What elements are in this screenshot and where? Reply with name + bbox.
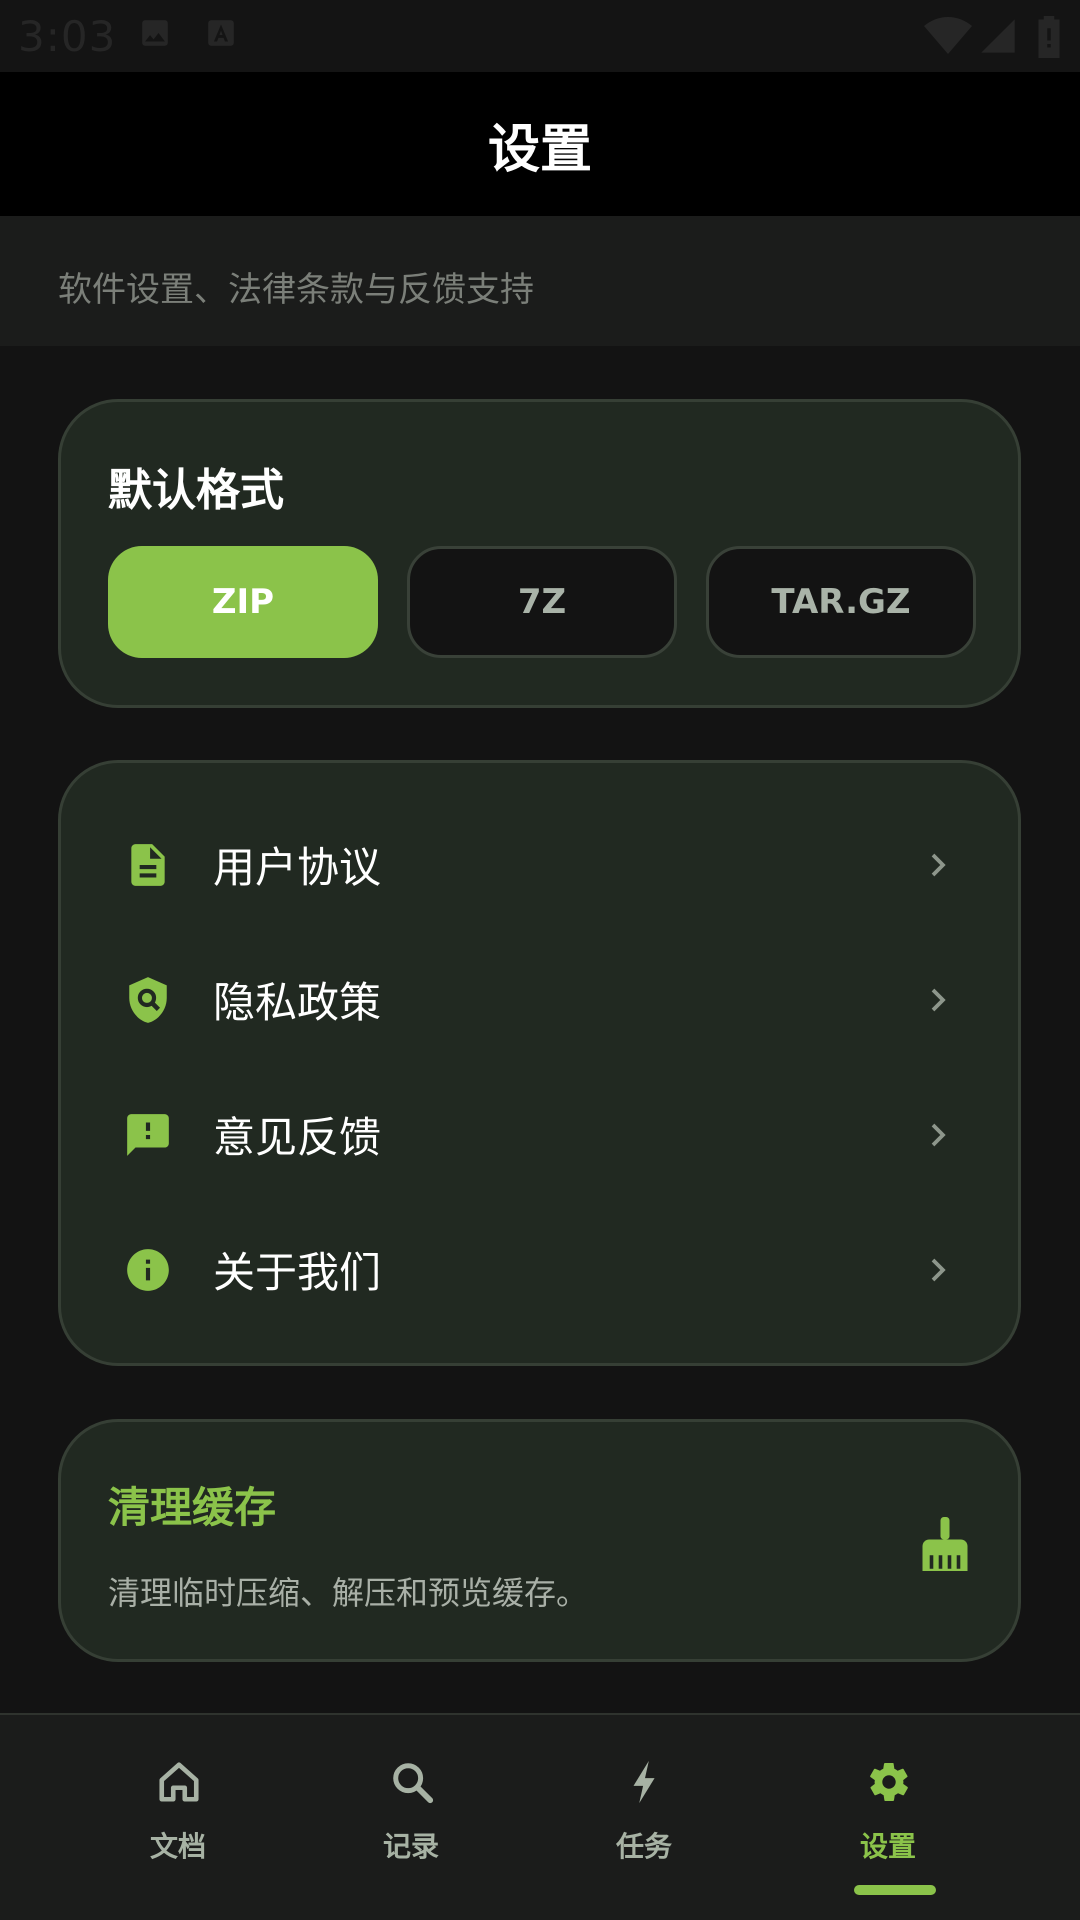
default-format-card: 默认格式 ZIP 7Z TAR.GZ bbox=[58, 399, 1021, 708]
about-us-label: 关于我们 bbox=[213, 1248, 382, 1297]
clear-cache-description: 清理临时压缩、解压和预览缓存。 bbox=[108, 1574, 589, 1612]
battery-icon bbox=[1038, 16, 1060, 58]
status-time: 3:03 bbox=[18, 12, 117, 61]
chevron-right-icon bbox=[931, 1258, 946, 1281]
user-agreement-row[interactable]: 用户协议 bbox=[61, 797, 1018, 932]
wifi-icon bbox=[924, 17, 972, 54]
chevron-right-icon bbox=[931, 1123, 946, 1146]
clear-cache-card[interactable]: 清理缓存 清理临时压缩、解压和预览缓存。 bbox=[58, 1419, 1021, 1662]
chevron-right-icon bbox=[931, 853, 946, 876]
nav-item-documents[interactable]: 文档 bbox=[62, 1715, 294, 1920]
status-bar: 3:03 bbox=[0, 0, 1080, 72]
signal-icon bbox=[981, 19, 1015, 53]
shield-search-icon bbox=[123, 975, 173, 1025]
page-subtitle: 软件设置、法律条款与反馈支持 bbox=[58, 270, 534, 310]
app-notification-icon bbox=[208, 20, 234, 46]
nav-label-documents: 文档 bbox=[149, 1830, 206, 1863]
privacy-policy-row[interactable]: 隐私政策 bbox=[61, 932, 1018, 1067]
privacy-policy-label: 隐私政策 bbox=[213, 978, 382, 1027]
broom-icon bbox=[922, 1517, 968, 1571]
feedback-row[interactable]: 意见反馈 bbox=[61, 1067, 1018, 1202]
about-us-row[interactable]: 关于我们 bbox=[61, 1202, 1018, 1337]
default-format-heading: 默认格式 bbox=[108, 465, 284, 516]
nav-item-settings[interactable]: 设置 bbox=[772, 1715, 1004, 1920]
bolt-icon bbox=[633, 1760, 655, 1804]
image-notification-icon bbox=[142, 20, 168, 46]
nav-item-tasks[interactable]: 任务 bbox=[528, 1715, 760, 1920]
active-tab-indicator bbox=[854, 1885, 936, 1895]
search-icon bbox=[393, 1763, 434, 1804]
page-title: 设置 bbox=[487, 119, 592, 180]
info-icon bbox=[123, 1245, 173, 1295]
format-option-7z[interactable]: 7Z bbox=[407, 546, 677, 658]
format-option-zip[interactable]: ZIP bbox=[108, 546, 378, 658]
nav-label-settings: 设置 bbox=[859, 1830, 916, 1863]
user-agreement-label: 用户协议 bbox=[213, 843, 382, 892]
clear-cache-title: 清理缓存 bbox=[108, 1483, 277, 1532]
format-option-targz[interactable]: TAR.GZ bbox=[706, 546, 976, 658]
bottom-navigation: 文档 记录 任务 设置 bbox=[0, 1713, 1080, 1920]
nav-label-records: 记录 bbox=[382, 1830, 439, 1863]
feedback-icon bbox=[123, 1110, 173, 1160]
chevron-right-icon bbox=[931, 988, 946, 1011]
gear-icon bbox=[870, 1763, 908, 1801]
home-icon bbox=[159, 1762, 199, 1802]
document-icon bbox=[123, 840, 173, 890]
feedback-label: 意见反馈 bbox=[213, 1113, 382, 1162]
links-card: 用户协议 隐私政策 意见反馈 关于我们 bbox=[58, 760, 1021, 1366]
app-bar: 设置 bbox=[0, 72, 1080, 216]
nav-item-records[interactable]: 记录 bbox=[295, 1715, 527, 1920]
nav-label-tasks: 任务 bbox=[615, 1830, 672, 1863]
settings-screen: 3:03 设置 软件设置、法律条款与反馈支持 默认格式 ZIP 7Z TAR.G… bbox=[0, 0, 1080, 1920]
